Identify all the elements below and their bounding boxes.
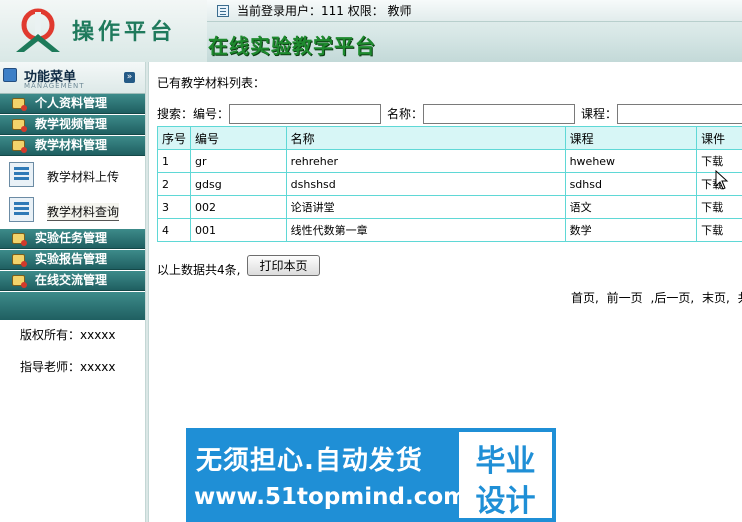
teacher-text: 指导老师：xxxxx	[20, 360, 116, 374]
header-name: 名称	[285, 126, 566, 150]
id-search-input[interactable]	[229, 104, 381, 124]
table-row: 4 001 线性代数第一章 数学 下载	[156, 218, 742, 242]
record-count: 以上数据共4条,	[157, 263, 241, 277]
table-row: 3 002 论语讲堂 语文 下载	[156, 195, 742, 219]
copyright-text: 版权所有：xxxxx	[20, 328, 116, 342]
sidebar-item-label: 在线交流管理	[35, 273, 108, 287]
sidebar-item-materials[interactable]: 教学材料管理	[0, 136, 146, 156]
header-courseware: 课件	[696, 126, 742, 150]
cell-name: rehreher	[285, 149, 566, 173]
watermark-badge: 毕业 设计	[459, 432, 552, 519]
name-label: 名称：	[387, 107, 424, 121]
bank-logo-icon	[16, 8, 60, 52]
sidebar-item-label: 教学视频管理	[35, 117, 108, 131]
last-page-link[interactable]: 末页,	[702, 291, 730, 305]
sidebar-item-label: 实验任务管理	[35, 231, 108, 245]
name-search-input[interactable]	[423, 104, 575, 124]
search-bar: 搜索： 编号： 名称： 课程：	[157, 103, 742, 125]
cell-name: 论语讲堂	[285, 195, 566, 219]
submenu-query-material[interactable]: 教学材料查询	[0, 192, 146, 230]
collapse-icon[interactable]: »	[124, 72, 135, 83]
cell-name: dshshsd	[285, 172, 566, 196]
sidebar-item-label: 个人资料管理	[35, 96, 108, 110]
cell-code: 002	[190, 195, 287, 219]
menu-header: 功能菜单 MANAGEMENT »	[0, 62, 146, 94]
site-title: 在线实验教学平台	[208, 34, 376, 58]
download-link[interactable]: 下载	[696, 218, 742, 242]
id-label: 编号：	[193, 107, 230, 121]
folder-icon	[12, 254, 27, 267]
sidebar-item-label: 实验报告管理	[35, 252, 108, 266]
cell-code: gr	[190, 149, 287, 173]
first-page-link[interactable]: 首页,	[571, 291, 599, 305]
cell-name: 线性代数第一章	[285, 218, 566, 242]
sidebar-item-reports[interactable]: 实验报告管理	[0, 250, 146, 270]
folder-icon	[12, 233, 27, 246]
sidebar-item-tasks[interactable]: 实验任务管理	[0, 229, 146, 249]
current-user-info: 当前登录用户：111 权限： 教师	[237, 4, 412, 18]
pagination: 首页, 前一页 ,后一页, 末页, 共	[571, 289, 742, 306]
header-code: 编号	[190, 126, 287, 150]
submenu-label: 教学材料上传	[47, 170, 120, 184]
menu-subtitle: MANAGEMENT	[24, 82, 85, 90]
search-label: 搜索：	[157, 107, 194, 121]
table-row: 2 gdsg dshshsd sdhsd 下载	[156, 172, 742, 196]
cell-index: 4	[156, 218, 192, 242]
watermark-slogan: 无须担心.自动发货	[196, 446, 423, 476]
submenu-upload-material[interactable]: 教学材料上传	[0, 157, 146, 195]
download-link[interactable]: 下载	[696, 195, 742, 219]
sidebar-splitter[interactable]	[145, 62, 149, 522]
cell-course: hwehew	[564, 149, 698, 173]
header-course: 课程	[564, 126, 698, 150]
table-row: 1 gr rehreher hwehew 下载	[156, 149, 742, 173]
sidebar-item-chat[interactable]: 在线交流管理	[0, 271, 146, 291]
watermark-badge-line1: 毕业	[475, 444, 536, 479]
header: 操作平台 当前登录用户：111 权限： 教师 在线实验教学平台	[0, 0, 742, 62]
sidebar: 功能菜单 MANAGEMENT » 个人资料管理 教学视频管理 教学材料管理 教…	[0, 62, 146, 522]
menu-footer-bar	[0, 292, 146, 320]
upload-form-icon	[9, 162, 34, 187]
folder-icon	[12, 98, 27, 111]
menu-icon	[3, 68, 17, 82]
list-form-icon	[9, 197, 34, 222]
cell-code: 001	[190, 218, 287, 242]
folder-icon	[12, 140, 27, 153]
table-header-row: 序号 编号 名称 课程 课件	[156, 126, 742, 150]
watermark-url: www.51topmind.com	[194, 484, 468, 510]
submenu-label: 教学材料查询	[47, 203, 120, 221]
cell-course: sdhsd	[564, 172, 698, 196]
logo-area: 操作平台	[0, 0, 207, 62]
mouse-cursor-icon	[715, 170, 729, 190]
sidebar-item-label: 教学材料管理	[35, 138, 108, 152]
user-bar: 当前登录用户：111 权限： 教师	[207, 0, 742, 22]
course-label: 课程：	[581, 107, 618, 121]
header-index: 序号	[156, 126, 192, 150]
sidebar-item-profile[interactable]: 个人资料管理	[0, 94, 146, 114]
materials-table: 序号 编号 名称 课程 课件 1 gr rehreher hwehew 下载 2…	[156, 126, 742, 242]
logo-text: 操作平台	[72, 20, 177, 45]
next-page-link[interactable]: ,后一页,	[651, 291, 695, 305]
watermark-badge-line2: 设计	[475, 484, 536, 519]
print-page-button[interactable]: 打印本页	[247, 255, 320, 276]
watermark-banner: 无须担心.自动发货 www.51topmind.com 毕业 设计	[186, 428, 556, 522]
cell-course: 语文	[564, 195, 698, 219]
cell-index: 3	[156, 195, 192, 219]
folder-icon	[12, 275, 27, 288]
pager-rest: 共	[738, 291, 742, 305]
cell-course: 数学	[564, 218, 698, 242]
document-icon	[217, 5, 229, 17]
course-search-input[interactable]	[617, 104, 742, 124]
list-title: 已有教学材料列表：	[157, 76, 266, 90]
watermark-text-area: 无须担心.自动发货 www.51topmind.com	[186, 428, 467, 522]
prev-page-link[interactable]: 前一页	[607, 291, 643, 305]
cell-index: 2	[156, 172, 192, 196]
cell-code: gdsg	[190, 172, 287, 196]
sidebar-item-videos[interactable]: 教学视频管理	[0, 115, 146, 135]
cell-index: 1	[156, 149, 192, 173]
folder-icon	[12, 119, 27, 132]
